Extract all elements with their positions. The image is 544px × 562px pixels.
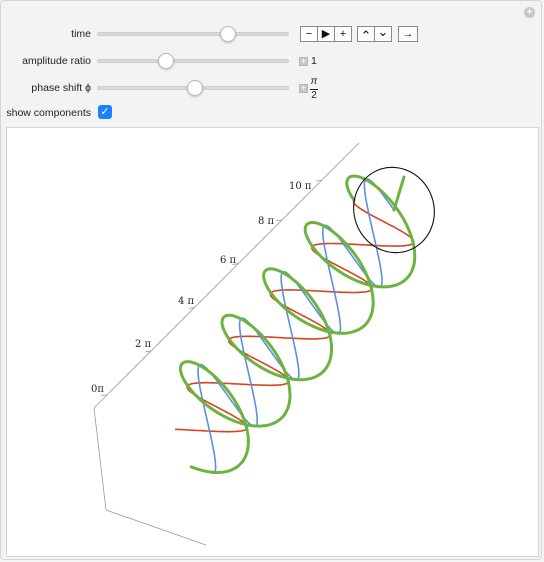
amplitude-ratio-label: amplitude ratio [22, 55, 91, 67]
tick-label: 8 π [258, 216, 275, 227]
phase-shift-value-numerator: π [310, 76, 318, 87]
box-edge [105, 509, 207, 546]
plus-square-icon[interactable]: + [299, 84, 308, 93]
play-button[interactable]: ▶ [317, 26, 335, 42]
step-back-button[interactable]: − [300, 26, 318, 42]
plus-square-icon[interactable]: + [299, 57, 308, 66]
helix-plot: 0π 2 π 4 π 6 π 8 π 10 π [91, 142, 435, 546]
axis-ticks [101, 179, 322, 397]
step-forward-button[interactable]: + [334, 26, 352, 42]
phase-shift-slider-thumb[interactable] [187, 80, 203, 96]
show-components-checkbox[interactable]: ✓ [98, 105, 112, 119]
amplitude-ratio-slider[interactable] [97, 59, 289, 63]
box-edge [93, 407, 107, 511]
direction-button[interactable]: → [398, 26, 418, 42]
faster-button[interactable]: ⌃ [357, 26, 375, 43]
tick-label: 6 π [220, 255, 237, 266]
time-slider[interactable] [97, 32, 289, 36]
plus-circle-icon[interactable]: + [524, 7, 535, 18]
tick-label: 4 π [178, 296, 195, 307]
plot-area: 0π 2 π 4 π 6 π 8 π 10 π [6, 127, 539, 557]
amplitude-ratio-value: 1 [311, 55, 317, 67]
time-slider-thumb[interactable] [220, 26, 236, 42]
green-helix-curve [178, 174, 417, 474]
time-label: time [71, 28, 91, 40]
tick-label: 0π [91, 384, 104, 395]
phase-shift-value-denominator: 2 [311, 90, 317, 101]
phase-shift-label: phase shift ϕ [31, 82, 91, 94]
axis-line [93, 142, 360, 409]
tick-label: 2 π [135, 339, 152, 350]
manipulate-panel: + time − ▶ + ⌃ ⌄ → amplitude ratio + 1 p… [0, 0, 542, 560]
amplitude-ratio-slider-thumb[interactable] [158, 53, 174, 69]
phasor-vector [392, 175, 406, 212]
slower-button[interactable]: ⌄ [374, 25, 392, 42]
tick-label: 10 π [289, 181, 312, 192]
show-components-label: show components [6, 107, 91, 119]
